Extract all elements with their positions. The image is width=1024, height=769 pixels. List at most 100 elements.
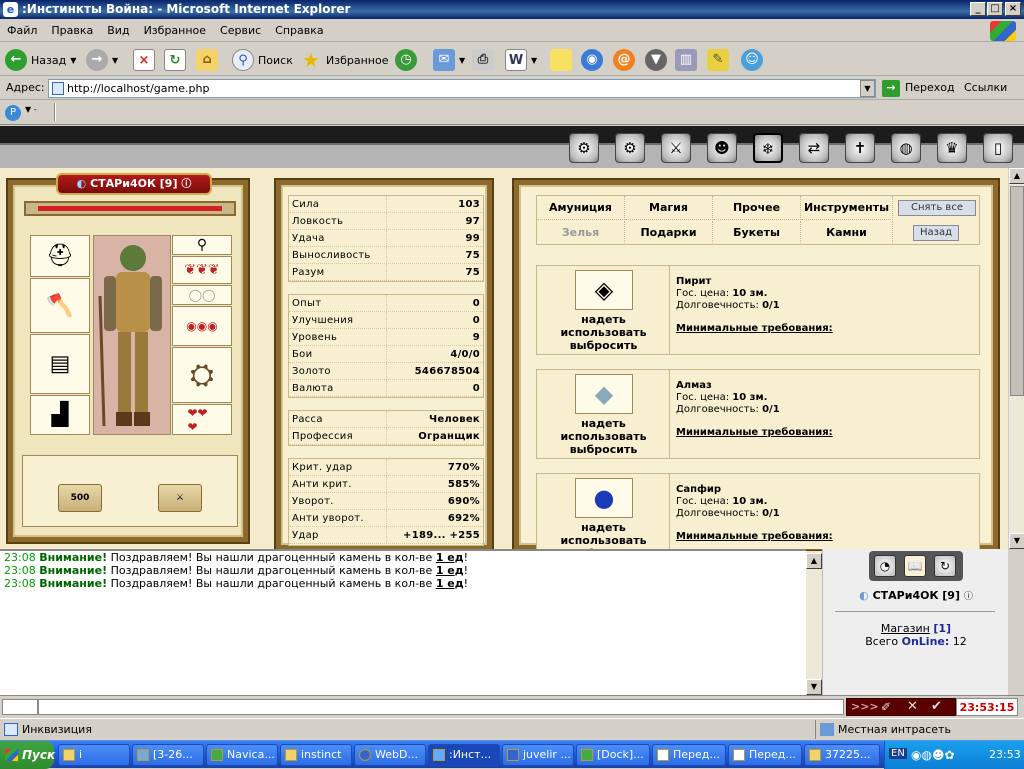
sword-scroll-icon[interactable]: ⚔ xyxy=(158,484,202,512)
online-user[interactable]: ◐ СТАРи4ОК [9] ⓘ xyxy=(823,589,1009,602)
sword-icon[interactable]: ⚔ xyxy=(661,133,691,163)
send-arrows-button[interactable]: >>> xyxy=(851,700,879,713)
start-button[interactable]: Пуск xyxy=(0,741,55,769)
menu-tools[interactable]: Сервис xyxy=(213,20,268,41)
message-input[interactable] xyxy=(38,699,844,715)
requirements-link[interactable]: Минимальные требования: xyxy=(676,427,833,438)
dropdown-icon[interactable]: ▼ xyxy=(531,56,537,65)
shield-button[interactable]: ▼ xyxy=(645,47,667,73)
drop-link[interactable]: выбросить xyxy=(537,339,670,352)
scroll-thumb[interactable] xyxy=(1010,186,1024,396)
settings-gear-icon[interactable]: ⚙ xyxy=(569,133,599,163)
info-icon[interactable]: ⓘ xyxy=(964,592,973,602)
task-navica[interactable]: Navica... xyxy=(206,744,278,766)
favorites-button[interactable]: ★ Избранное xyxy=(300,47,388,73)
helmet-slot[interactable]: ⛑ xyxy=(30,235,90,277)
task-instinct-ie[interactable]: :Инст... xyxy=(428,744,500,766)
back-button[interactable]: ← Назад ▼ xyxy=(5,47,76,73)
mail-button[interactable]: ✉ ▼ xyxy=(433,47,465,73)
shop-link[interactable]: Магазин xyxy=(881,622,930,635)
task-transfer-1[interactable]: Перед... xyxy=(652,744,726,766)
message-prefix-input[interactable] xyxy=(2,699,38,715)
cancel-icon[interactable]: ✕ xyxy=(907,699,918,714)
drop-link[interactable]: выбросить xyxy=(537,443,670,456)
use-link[interactable]: использовать xyxy=(537,534,670,547)
tab-gifts[interactable]: Подарки xyxy=(625,221,713,245)
shield-slot[interactable]: ⛭ xyxy=(172,347,232,403)
history-button[interactable]: ◷ xyxy=(395,47,417,73)
dropdown-icon[interactable]: ▼ - xyxy=(25,105,37,114)
belt-slot[interactable]: ❦❦❦ xyxy=(172,256,232,284)
minimize-button[interactable]: _ xyxy=(970,2,986,16)
wear-link[interactable]: надеть xyxy=(537,313,670,326)
clock-icon[interactable]: ◔ xyxy=(874,555,896,577)
go-arrow-icon[interactable]: → xyxy=(882,80,900,97)
language-indicator[interactable]: EN xyxy=(889,748,907,759)
chat-time[interactable]: 23:08 xyxy=(4,564,36,577)
exit-door-icon[interactable]: ▯ xyxy=(983,133,1013,163)
task-folder-i[interactable]: i xyxy=(58,744,130,766)
forward-button[interactable]: → ▼ xyxy=(86,47,118,73)
dropdown-icon[interactable]: ▼ xyxy=(112,56,118,65)
task-37225[interactable]: 37225... xyxy=(804,744,880,766)
menu-help[interactable]: Справка xyxy=(268,20,330,41)
scroll-down-button[interactable]: ▼ xyxy=(1009,533,1024,549)
helmet-button-icon[interactable]: ♛ xyxy=(937,133,967,163)
go-button[interactable]: Переход xyxy=(905,81,955,94)
dropdown-icon[interactable]: ▼ xyxy=(459,56,465,65)
print-button[interactable]: ⎙ xyxy=(472,47,494,73)
remove-all-button[interactable]: Снять все xyxy=(898,200,976,216)
monster-icon[interactable]: ☻ xyxy=(707,133,737,163)
task-dock[interactable]: [Dock]... xyxy=(576,744,650,766)
toolbar-p-icon[interactable]: P xyxy=(5,105,21,121)
tab-ammunition[interactable]: Амуниция xyxy=(537,196,625,220)
links-button[interactable]: Ссылки xyxy=(964,81,1007,94)
address-dropdown-button[interactable]: ▼ xyxy=(860,80,875,97)
dropdown-icon[interactable]: ▼ xyxy=(70,56,76,65)
gear-icon[interactable]: ⚙ xyxy=(615,133,645,163)
boots-slot[interactable]: ▟ xyxy=(30,395,90,435)
menu-view[interactable]: Вид xyxy=(100,20,136,41)
page-scrollbar[interactable]: ▲ ▼ xyxy=(1008,168,1024,549)
tab-stones[interactable]: Камни xyxy=(801,221,893,245)
weapon-slot[interactable]: 🪓 xyxy=(30,278,90,333)
chat-log[interactable]: 23:08 Внимание! Поздравляем! Вы нашли др… xyxy=(0,549,806,695)
edit-button[interactable]: W ▼ xyxy=(505,47,537,73)
task-3-26[interactable]: [3-26... xyxy=(132,744,204,766)
tool-button[interactable]: ✎ xyxy=(707,47,729,73)
task-instinct[interactable]: instinct xyxy=(280,744,352,766)
chat-scrollbar[interactable]: ▲ ▼ xyxy=(806,551,822,695)
tray-icons[interactable]: ◉◍☻✿ xyxy=(911,748,955,762)
task-webd[interactable]: WebD... xyxy=(354,744,426,766)
refresh-icon[interactable]: ↻ xyxy=(934,555,956,577)
tab-magic[interactable]: Магия xyxy=(625,196,713,220)
chat-time[interactable]: 23:08 xyxy=(4,577,36,590)
confirm-icon[interactable]: ✔ xyxy=(931,699,942,714)
search-button[interactable]: ⚲ Поиск xyxy=(232,47,293,73)
armor-slot[interactable]: ▤ xyxy=(30,334,90,394)
wear-link[interactable]: надеть xyxy=(537,521,670,534)
research-button[interactable]: ▥ xyxy=(675,47,697,73)
character-name-banner[interactable]: ◐ СТАРи4ОК [9] ⓘ xyxy=(56,173,212,195)
bracer-slot[interactable]: ❤❤❤ xyxy=(172,404,232,435)
amulet-slot[interactable]: ⚲ xyxy=(172,235,232,255)
at-button[interactable]: @ xyxy=(613,47,635,73)
snowflake-icon[interactable]: ❄ xyxy=(753,133,783,163)
task-transfer-2[interactable]: Перед... xyxy=(728,744,802,766)
chat-time[interactable]: 23:08 xyxy=(4,551,36,564)
people-button[interactable]: ☺ xyxy=(741,47,763,73)
tab-other[interactable]: Прочее xyxy=(713,196,801,220)
chat-scroll-up[interactable]: ▲ xyxy=(806,553,822,569)
use-link[interactable]: использовать xyxy=(537,326,670,339)
chat-scroll-down[interactable]: ▼ xyxy=(806,679,822,695)
exchange-icon[interactable]: ⇄ xyxy=(799,133,829,163)
menu-edit[interactable]: Правка xyxy=(44,20,100,41)
note-button[interactable] xyxy=(550,47,572,73)
tab-potions[interactable]: Зелья xyxy=(537,221,625,245)
requirements-link[interactable]: Минимальные требования: xyxy=(676,531,833,542)
tab-tools[interactable]: Инструменты xyxy=(801,196,893,220)
clear-icon[interactable]: ✐ xyxy=(881,700,891,714)
task-juvelir[interactable]: juvelir ... xyxy=(502,744,574,766)
close-button[interactable]: × xyxy=(1005,2,1021,16)
gold-scroll-icon[interactable]: 500 xyxy=(58,484,102,512)
